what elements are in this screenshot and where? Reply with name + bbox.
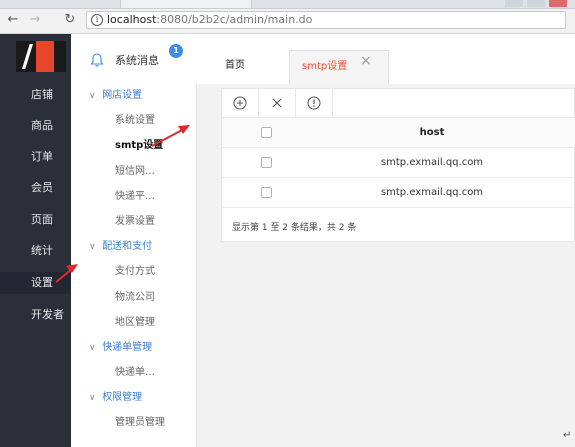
message-count-badge: 1 — [169, 44, 183, 58]
sidebar-item-orders[interactable]: 订单 — [0, 146, 71, 168]
smtp-table-panel: host smtp.exmail.qq.com smtp.exmail.qq.c… — [221, 88, 575, 242]
brand-logo: / — [16, 41, 66, 72]
arrow-right-icon: → — [29, 12, 41, 27]
chevron-down-icon: ∨ — [89, 343, 96, 353]
forward-button[interactable]: → — [27, 12, 43, 28]
submenu-item-logistics[interactable]: 物流公司 — [115, 288, 155, 303]
submenu-item-regions[interactable]: 地区管理 — [115, 313, 155, 328]
submenu-group-permissions[interactable]: ∨ 权限管理 — [89, 388, 142, 403]
annotation-arrow-settings — [55, 264, 78, 283]
chevron-down-icon: ∨ — [89, 393, 96, 403]
delete-x-icon — [272, 98, 282, 108]
table-row[interactable]: smtp.exmail.qq.com — [222, 148, 575, 178]
sidebar-item-members[interactable]: 会员 — [0, 177, 71, 199]
table-header-row: host — [222, 118, 575, 148]
submenu-item-invoice-settings[interactable]: 发票设置 — [115, 212, 155, 227]
browser-tab-strip — [0, 0, 575, 9]
tab-smtp-label: smtp设置 — [302, 61, 348, 72]
browser-tab[interactable] — [120, 0, 252, 8]
submenu-item-sms-gateway[interactable]: 短信网… — [115, 162, 155, 177]
submenu-group-delivery-payment[interactable]: ∨ 配送和支付 — [89, 237, 152, 252]
main-sidebar: / 店铺 商品 订单 会员 页面 统计 设置 开发者 — [0, 34, 71, 447]
group-label: 配送和支付 — [102, 241, 153, 252]
reload-icon: ↻ — [64, 12, 76, 27]
tab-smtp-settings[interactable]: smtp设置 × — [289, 50, 389, 86]
add-button[interactable] — [222, 89, 259, 117]
submenu-item-express-form[interactable]: 快递单… — [115, 363, 155, 378]
sidebar-item-developer[interactable]: 开发者 — [0, 304, 71, 326]
group-label: 权限管理 — [102, 392, 143, 403]
group-label: 网店设置 — [102, 90, 143, 101]
submenu-item-system-settings[interactable]: 系统设置 — [115, 111, 155, 126]
back-button[interactable]: ← — [5, 12, 21, 28]
browser-toolbar: ← → ↻ i localhost:8080/b2b2c/admin/main.… — [0, 9, 575, 34]
pagination-summary: 显示第 1 至 2 条结果，共 2 条 — [232, 223, 357, 233]
row-checkbox[interactable] — [261, 187, 272, 198]
submenu-item-express-platform[interactable]: 快递平… — [115, 187, 155, 202]
main-content: host smtp.exmail.qq.com smtp.exmail.qq.c… — [197, 84, 575, 447]
submenu-item-admin-management[interactable]: 管理员管理 — [115, 413, 165, 428]
logo-slash-mark: / — [22, 39, 33, 74]
table-toolbar — [222, 89, 575, 118]
submenu-group-store-settings[interactable]: ∨ 网店设置 — [89, 86, 142, 101]
bell-icon[interactable] — [89, 52, 105, 68]
info-circle-icon — [307, 96, 321, 110]
annotation-arrow-smtp — [151, 125, 190, 147]
system-messages-label[interactable]: 系统消息 — [115, 52, 159, 68]
table-row[interactable]: smtp.exmail.qq.com — [222, 178, 575, 208]
chevron-down-icon: ∨ — [89, 91, 96, 101]
sidebar-item-statistics[interactable]: 统计 — [0, 240, 71, 262]
window-maximize-button[interactable] — [527, 0, 545, 7]
sidebar-item-goods[interactable]: 商品 — [0, 115, 71, 137]
sidebar-item-store[interactable]: 店铺 — [0, 84, 71, 106]
window-minimize-button[interactable] — [505, 0, 523, 7]
close-icon[interactable]: × — [360, 53, 372, 69]
reload-button[interactable]: ↻ — [62, 12, 78, 28]
arrow-left-icon: ← — [7, 12, 19, 27]
tab-home[interactable]: 首页 — [225, 56, 245, 71]
add-circle-icon — [233, 96, 247, 110]
row-checkbox[interactable] — [261, 157, 272, 168]
info-button[interactable] — [296, 89, 333, 117]
group-label: 快递单管理 — [102, 342, 153, 353]
address-bar[interactable]: i localhost:8080/b2b2c/admin/main.do — [86, 11, 566, 29]
sidebar-item-pages[interactable]: 页面 — [0, 209, 71, 231]
top-header: 系统消息 1 首页 smtp设置 × — [71, 34, 575, 86]
info-icon: i — [91, 14, 103, 26]
submenu-group-express-forms[interactable]: ∨ 快递单管理 — [89, 338, 152, 353]
host-cell: smtp.exmail.qq.com — [380, 157, 484, 168]
select-all-checkbox[interactable] — [261, 127, 272, 138]
column-header-host[interactable]: host — [292, 118, 572, 147]
url-text: localhost:8080/b2b2c/admin/main.do — [107, 13, 313, 26]
delete-button[interactable] — [259, 89, 296, 117]
chevron-down-icon: ∨ — [89, 242, 96, 252]
submenu-item-payment-methods[interactable]: 支付方式 — [115, 262, 155, 277]
host-cell: smtp.exmail.qq.com — [380, 187, 484, 198]
return-mark-icon: ↵ — [563, 430, 572, 441]
window-close-button[interactable] — [549, 0, 567, 7]
